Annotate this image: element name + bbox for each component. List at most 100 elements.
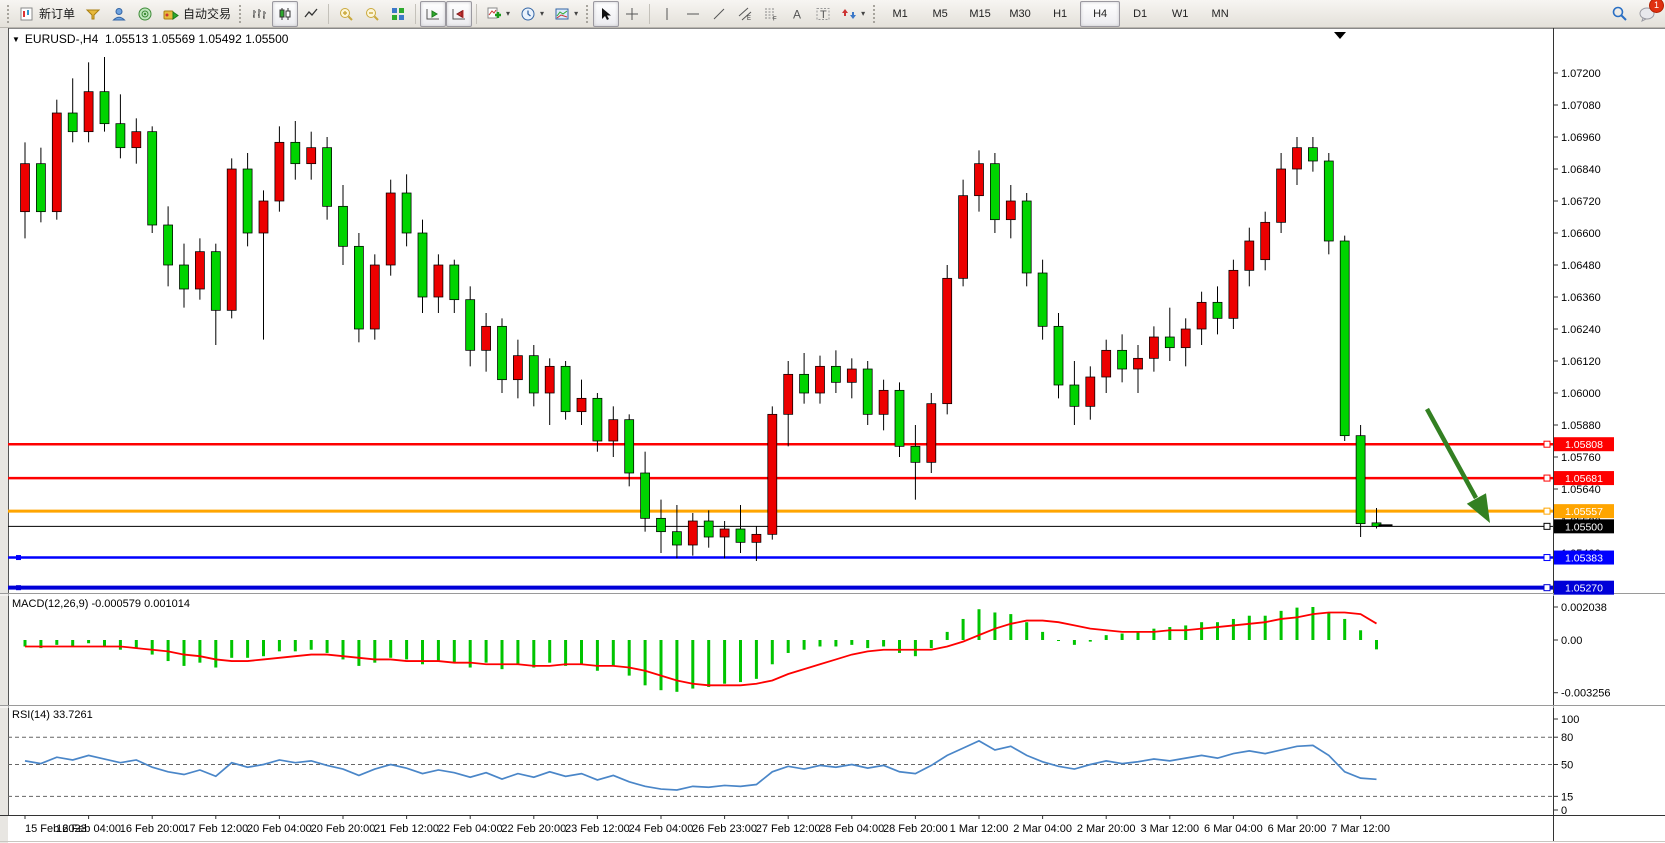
price-axis-label: 1.05640	[1561, 484, 1601, 496]
indicators-icon	[486, 6, 502, 22]
macd-histogram-bar	[628, 640, 631, 676]
svg-text:A: A	[793, 7, 801, 21]
macd-histogram-bar	[326, 640, 329, 653]
tf-W1[interactable]: W1	[1160, 1, 1200, 27]
macd-histogram-bar	[183, 640, 186, 666]
periods-button[interactable]: ▾	[515, 1, 549, 27]
line-chart-button[interactable]	[298, 1, 324, 27]
line-end-marker[interactable]	[1544, 441, 1550, 447]
tf-M30[interactable]: M30	[1000, 1, 1040, 27]
cursor-icon	[598, 6, 614, 22]
toolbar-grip[interactable]	[586, 5, 588, 23]
candle-body	[132, 132, 141, 148]
chart-window: 1.072001.070801.069601.068401.067201.066…	[0, 28, 1665, 843]
zoom-out-button[interactable]	[359, 1, 385, 27]
price-axis-label: 1.05880	[1561, 420, 1601, 432]
market-watch-button[interactable]	[80, 1, 106, 27]
toolbar-grip[interactable]	[873, 5, 875, 23]
text-label-tool-button[interactable]: T	[810, 1, 836, 27]
notifications-button[interactable]: 1	[1633, 1, 1661, 27]
tf-M1[interactable]: M1	[880, 1, 920, 27]
candle-body	[847, 369, 856, 382]
candle-body	[1293, 148, 1302, 169]
chart-shift-button[interactable]	[446, 1, 472, 27]
time-axis-label: 27 Feb 12:00	[756, 823, 821, 835]
price-axis-label: 1.07080	[1561, 100, 1601, 112]
time-axis-label: 22 Feb 04:00	[438, 823, 503, 835]
zoom-in-button[interactable]	[333, 1, 359, 27]
candle-body	[36, 164, 45, 212]
channel-tool-button[interactable]: E	[732, 1, 758, 27]
candle-body	[831, 366, 840, 382]
dropdown-arrow-icon: ▾	[574, 9, 578, 18]
tf-D1[interactable]: D1	[1120, 1, 1160, 27]
terminal-button[interactable]	[132, 1, 158, 27]
line-end-marker[interactable]	[1544, 508, 1550, 514]
macd-histogram-bar	[103, 640, 106, 646]
vertical-line-tool-button[interactable]	[654, 1, 680, 27]
candlestick-chart-button[interactable]	[272, 1, 298, 27]
price-axis-label: 1.06240	[1561, 324, 1601, 336]
candle-body	[879, 390, 888, 414]
candle-body	[1149, 337, 1158, 358]
new-order-label: 新订单	[39, 5, 75, 22]
candle-body	[688, 521, 697, 545]
candle-body	[641, 473, 650, 518]
candle-body	[1070, 385, 1079, 406]
line-end-marker[interactable]	[1544, 475, 1550, 481]
horizontal-line-tool-button[interactable]	[680, 1, 706, 27]
line-chart-icon	[303, 6, 319, 22]
new-order-button[interactable]: 新订单	[14, 1, 80, 27]
fibonacci-tool-button[interactable]: F	[758, 1, 784, 27]
line-anchor-handle[interactable]	[16, 555, 21, 560]
new-order-icon	[19, 6, 35, 22]
time-axis-label: 2 Mar 04:00	[1013, 823, 1072, 835]
tf-H1[interactable]: H1	[1040, 1, 1080, 27]
candle-body	[386, 193, 395, 265]
macd-histogram-bar	[803, 640, 806, 650]
toolbar-grip[interactable]	[239, 5, 241, 23]
navigator-button[interactable]	[106, 1, 132, 27]
macd-histogram-bar	[151, 640, 154, 655]
symbol-dropdown-icon[interactable]: ▼	[12, 35, 20, 44]
text-tool-button[interactable]: A	[784, 1, 810, 27]
indicators-button[interactable]: ▾	[481, 1, 515, 27]
candle-body	[195, 252, 204, 289]
candle-body	[1229, 270, 1238, 318]
candle-body	[291, 142, 300, 163]
auto-scroll-button[interactable]	[420, 1, 446, 27]
trendline-tool-button[interactable]	[706, 1, 732, 27]
crosshair-tool-button[interactable]	[619, 1, 645, 27]
line-end-marker[interactable]	[1544, 585, 1550, 591]
macd-axis-label: 0.00	[1561, 635, 1582, 647]
chart-canvas[interactable]: 1.072001.070801.069601.068401.067201.066…	[0, 28, 1665, 843]
candle-body	[339, 206, 348, 246]
arrows-tool-button[interactable]: ▾	[836, 1, 870, 27]
line-end-marker[interactable]	[1544, 555, 1550, 561]
templates-button[interactable]: ▾	[549, 1, 583, 27]
candle-body	[1006, 201, 1015, 220]
time-axis-label: 20 Feb 20:00	[311, 823, 376, 835]
tf-M15[interactable]: M15	[960, 1, 1000, 27]
search-button[interactable]	[1606, 1, 1633, 27]
macd-histogram-bar	[198, 640, 201, 663]
macd-histogram-bar	[405, 640, 408, 659]
toolbar-grip[interactable]	[7, 5, 9, 23]
candle-body	[990, 164, 999, 220]
tf-H4[interactable]: H4	[1080, 1, 1120, 27]
tf-M5[interactable]: M5	[920, 1, 960, 27]
macd-histogram-bar	[993, 612, 996, 640]
line-end-marker[interactable]	[1544, 523, 1550, 529]
candle-body	[800, 374, 809, 393]
macd-histogram-bar	[1073, 640, 1076, 645]
tile-windows-button[interactable]	[385, 1, 411, 27]
bar-chart-button[interactable]	[246, 1, 272, 27]
zoom-in-icon	[338, 6, 354, 22]
candle-body	[1324, 161, 1333, 241]
templates-icon	[554, 6, 570, 22]
autotrading-button[interactable]: 自动交易	[158, 1, 236, 27]
tf-MN[interactable]: MN	[1200, 1, 1240, 27]
cursor-tool-button[interactable]	[593, 1, 619, 27]
line-anchor-handle[interactable]	[16, 585, 21, 590]
vertical-line-icon	[659, 6, 675, 22]
